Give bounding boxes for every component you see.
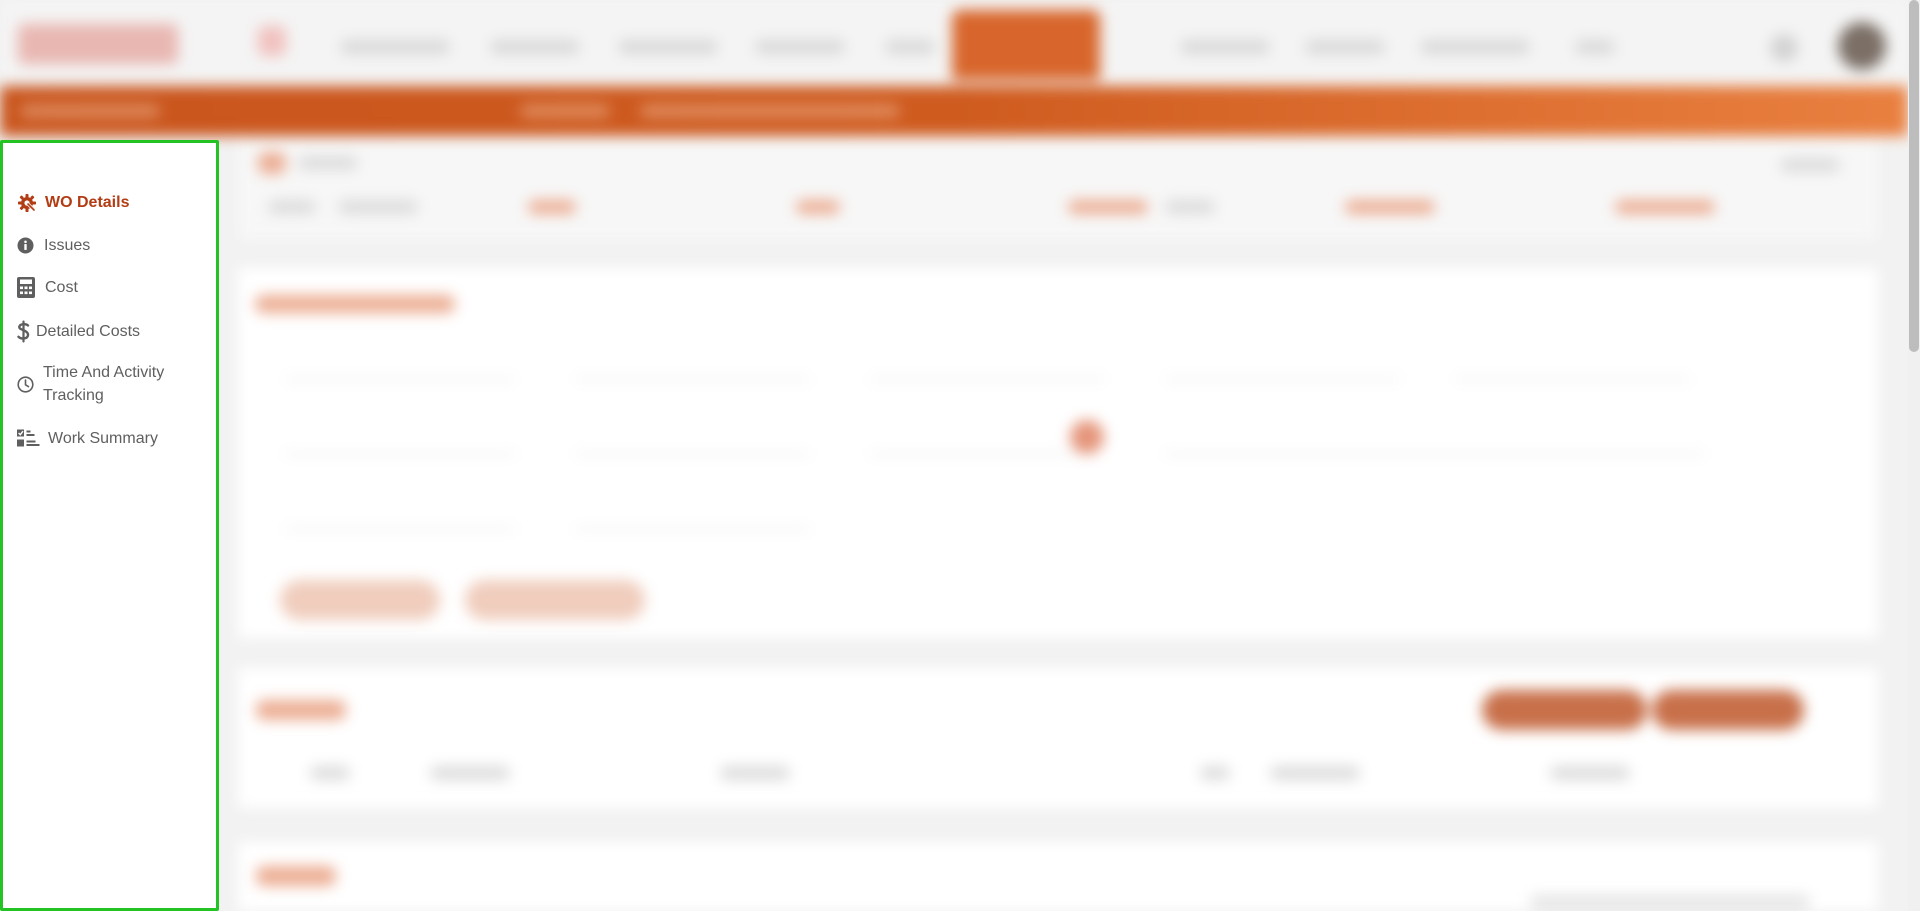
form-action-icon	[1070, 420, 1104, 454]
form-field	[285, 340, 515, 380]
header-field	[1345, 200, 1435, 214]
sidebar-item-work-summary[interactable]: Work Summary	[17, 427, 158, 450]
gear-wrench-icon	[17, 193, 39, 213]
nav-item	[1575, 40, 1615, 54]
header-icon	[258, 152, 286, 174]
form-field	[1455, 340, 1690, 380]
section-title	[255, 295, 455, 313]
nav-item	[1180, 40, 1270, 54]
form-field	[870, 345, 1105, 380]
checklist-icon	[17, 429, 43, 448]
form-field	[285, 490, 515, 530]
info-icon	[17, 237, 39, 254]
table-header	[1200, 766, 1230, 780]
work-order-sidebar: WO Details Issues Cost Detailed Costs Ti…	[0, 140, 219, 911]
form-field	[1165, 340, 1400, 380]
sidebar-item-wo-details[interactable]: WO Details	[17, 191, 129, 214]
calculator-icon	[17, 277, 39, 298]
sidebar-item-label: WO Details	[45, 194, 130, 211]
section-title	[256, 700, 346, 720]
sidebar-item-label: Detailed Costs	[36, 323, 141, 340]
form-field	[285, 415, 515, 455]
table-card	[238, 668, 1878, 808]
avatar	[1838, 22, 1886, 70]
action-pill	[280, 580, 440, 620]
footer-bar	[1530, 895, 1810, 909]
sidebar-item-issues[interactable]: Issues	[17, 234, 90, 257]
form-field	[575, 490, 810, 530]
header-field	[1165, 200, 1215, 214]
form-field	[870, 415, 1080, 455]
nav-item	[618, 40, 718, 54]
nav-item	[340, 40, 450, 54]
breadcrumb-chip	[520, 104, 610, 118]
nav-item	[1305, 40, 1385, 54]
header-title	[298, 156, 358, 170]
table-header	[720, 766, 790, 780]
breadcrumb-chip	[20, 104, 160, 118]
sidebar-item-label: Time And Activity Tracking	[43, 364, 165, 404]
action-pill	[465, 580, 645, 620]
page-scrollbar-thumb[interactable]	[1909, 0, 1919, 352]
form-field	[575, 420, 810, 455]
table-header	[430, 766, 510, 780]
header-field	[528, 200, 576, 214]
nav-item	[1420, 40, 1530, 54]
header-field	[268, 200, 316, 214]
nav-item-active	[952, 10, 1100, 80]
work-order-header	[238, 140, 1878, 240]
logo-mark-icon	[258, 26, 286, 56]
table-button	[1652, 690, 1804, 730]
breadcrumb-chip	[640, 104, 900, 118]
blurred-background	[0, 0, 1920, 911]
sidebar-item-label: Work Summary	[48, 430, 158, 447]
sidebar-item-cost[interactable]: Cost	[17, 276, 78, 299]
section-title	[256, 866, 336, 886]
table-header	[1550, 766, 1630, 780]
dollar-icon	[17, 320, 36, 343]
form-field	[575, 345, 810, 380]
app-logo	[18, 24, 178, 64]
table-header	[1270, 766, 1360, 780]
nav-item	[755, 40, 845, 54]
table-header	[310, 766, 350, 780]
sidebar-item-detailed-costs[interactable]: Detailed Costs	[17, 320, 140, 343]
nav-item	[490, 40, 580, 54]
details-card	[238, 268, 1878, 638]
header-field	[1068, 200, 1148, 214]
header-action	[1780, 158, 1840, 172]
sidebar-item-label: Issues	[44, 237, 91, 254]
notification-icon	[1770, 34, 1798, 62]
bottom-card	[238, 842, 1878, 911]
breadcrumb-bar	[0, 86, 1908, 136]
clock-icon	[17, 375, 39, 393]
sidebar-item-time-tracking[interactable]: Time And Activity Tracking	[17, 361, 193, 407]
form-field	[1165, 420, 1705, 455]
nav-item	[885, 40, 935, 54]
top-navigation-bar	[0, 0, 1908, 86]
sidebar-item-label: Cost	[45, 279, 78, 296]
header-field	[1615, 200, 1715, 214]
header-field	[338, 200, 418, 214]
header-field	[796, 200, 840, 214]
table-button	[1482, 690, 1647, 730]
